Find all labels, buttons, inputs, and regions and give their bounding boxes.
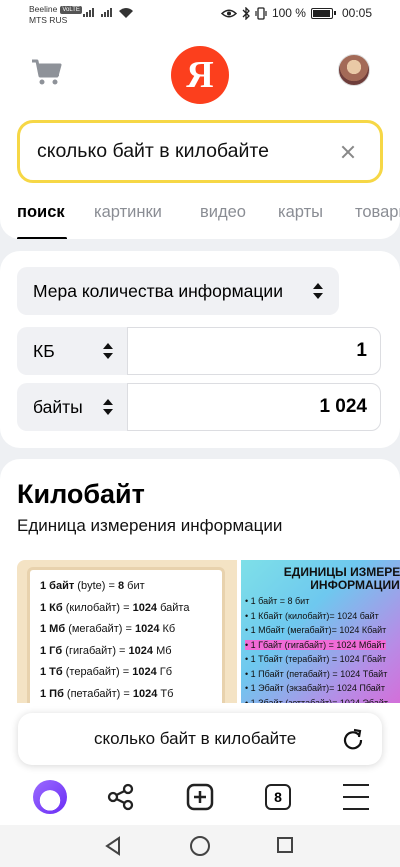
search-input[interactable]: сколько байт в килобайте — [17, 120, 383, 183]
sort-arrows-icon — [103, 399, 113, 415]
alice-icon — [33, 780, 67, 814]
header-card: Я сколько байт в килобайте поиск картинк… — [0, 28, 400, 239]
tab-count: 8 — [265, 784, 291, 810]
image-1-line: 1 Кб (килобайт) = 1024 байта — [40, 601, 190, 614]
active-tab-indicator — [17, 237, 67, 239]
clock: 00:05 — [341, 6, 372, 20]
image-2-title: ЕДИНИЦЫ ИЗМЕРЕНИЯ ИНФОРМАЦИИ — [283, 565, 400, 592]
alice-assistant-button[interactable] — [32, 779, 68, 815]
search-query-text[interactable]: сколько байт в килобайте — [37, 140, 328, 163]
tabs-button[interactable]: 8 — [260, 779, 296, 815]
entity-subtitle: Единица измерения информации — [17, 516, 283, 535]
entity-title: Килобайт — [17, 479, 145, 509]
sort-arrows-icon — [103, 343, 113, 359]
status-right-group: 100 % 00:05 — [220, 6, 372, 20]
tab-video[interactable]: видео — [200, 203, 246, 222]
carrier-info: Beeline VoLTE MTS RUS — [29, 4, 82, 26]
close-icon[interactable] — [328, 132, 368, 172]
back-icon[interactable] — [104, 836, 122, 856]
unit-converter: Мера количества информации КБ 1 байты 1 … — [0, 251, 400, 448]
battery-percent: 100 % — [271, 6, 306, 20]
signal-1-icon — [83, 8, 94, 17]
tab-products[interactable]: товары — [355, 203, 400, 222]
image-thumbnail-2[interactable]: ЕДИНИЦЫ ИЗМЕРЕНИЯ ИНФОРМАЦИИ • 1 байт = … — [241, 560, 400, 719]
share-icon — [107, 783, 134, 811]
home-icon[interactable] — [189, 835, 211, 857]
tab-maps[interactable]: карты — [278, 203, 323, 222]
volte-badge: VoLTE — [60, 5, 82, 14]
status-bar: Beeline VoLTE MTS RUS 100 % 00:05 — [0, 0, 400, 28]
yandex-logo[interactable]: Я — [171, 46, 229, 104]
image-2-line: • 1 байт = 8 бит — [245, 596, 310, 606]
bottom-search-query[interactable]: сколько байт в килобайте — [94, 729, 342, 749]
image-1-line: 1 байт (byte) = 8 бит — [40, 580, 145, 592]
eye-icon — [220, 9, 237, 17]
vibrate-icon — [255, 6, 267, 20]
knowledge-card: Килобайт Единица измерения информации 1 … — [0, 459, 400, 719]
carrier-1-name: Beeline — [29, 4, 58, 14]
sort-arrows-icon — [313, 283, 323, 299]
to-value-input[interactable]: 1 024 — [127, 383, 381, 431]
image-2-line: • 1 Тбайт (терабайт) = 1024 Гбайт — [245, 654, 387, 664]
battery-icon — [310, 7, 336, 19]
image-1-line: 1 Пб (петабайт) = 1024 Тб — [40, 687, 174, 700]
to-unit-select[interactable]: байты — [17, 383, 129, 431]
image-2-line: • 1 Пбайт (петабайт) = 1024 Тбайт — [245, 668, 388, 679]
wifi-icon — [119, 8, 133, 18]
menu-button[interactable] — [338, 779, 374, 815]
new-tab-button[interactable] — [182, 779, 218, 815]
image-2-line: • 1 Эбайт (экзабайт)= 1024 Пбайт — [245, 683, 385, 693]
from-unit-label: КБ — [33, 340, 55, 361]
bottom-search-pill[interactable]: сколько байт в килобайте — [18, 713, 382, 765]
signal-2-icon — [101, 8, 112, 17]
tab-images[interactable]: картинки — [94, 203, 162, 222]
image-2-line: • 1 Гбайт (гигабайт) = 1024 Мбайт — [245, 639, 386, 650]
plus-square-icon — [186, 783, 214, 811]
share-button[interactable] — [103, 779, 139, 815]
image-thumbnail-1[interactable]: 1 байт (byte) = 8 бит 1 Кб (килобайт) = 1… — [17, 560, 237, 719]
carrier-2-name: MTS RUS — [29, 15, 68, 25]
image-1-table: 1 байт (byte) = 8 бит 1 Кб (килобайт) = 1… — [30, 570, 222, 719]
to-unit-label: байты — [33, 396, 83, 417]
avatar[interactable] — [338, 54, 370, 86]
image-2-line: • 1 Кбайт (килобайт)= 1024 байт — [245, 610, 379, 621]
image-2-line: • 1 Мбайт (мегабайт)= 1024 Кбайт — [245, 625, 387, 635]
search-tabs: поиск картинки видео карты товары — [0, 199, 400, 239]
image-1-line: 1 Тб (терабайт) = 1024 Гб — [40, 666, 173, 678]
system-navigation-bar — [0, 825, 400, 867]
bluetooth-icon — [242, 6, 250, 20]
menu-icon — [343, 784, 369, 786]
image-1-line: 1 Гб (гигабайт) = 1024 Мб — [40, 644, 172, 657]
category-select[interactable]: Мера количества информации — [17, 267, 339, 315]
tab-search[interactable]: поиск — [17, 203, 65, 222]
image-1-line: 1 Мб (мегабайт) = 1024 Кб — [40, 623, 176, 635]
from-unit-select[interactable]: КБ — [17, 327, 129, 375]
cart-icon[interactable] — [30, 58, 62, 86]
refresh-icon[interactable] — [342, 728, 364, 750]
category-label: Мера количества информации — [33, 280, 283, 301]
recents-icon[interactable] — [276, 836, 294, 854]
from-value-input[interactable]: 1 — [127, 327, 381, 375]
